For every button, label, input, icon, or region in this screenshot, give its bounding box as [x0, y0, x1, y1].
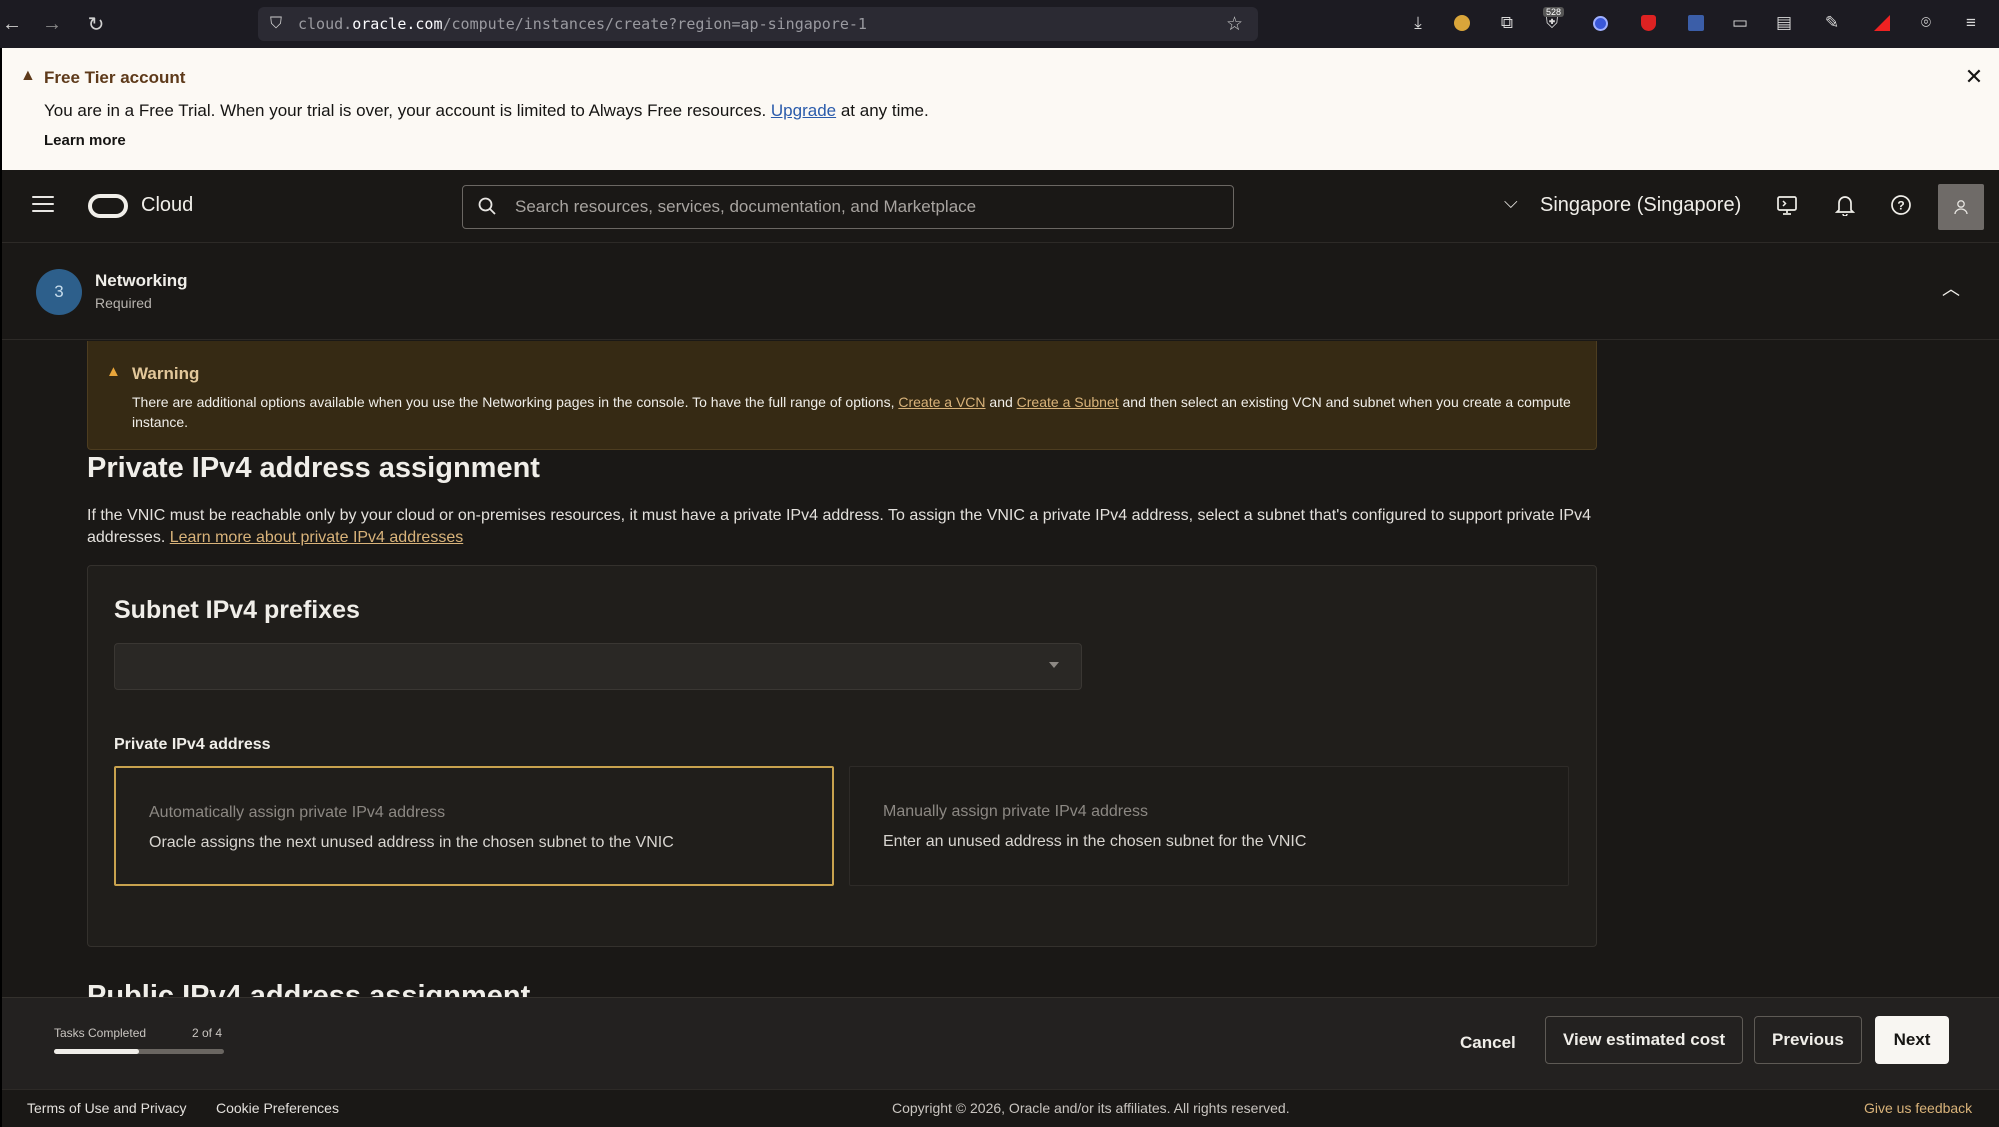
container-icon[interactable]: ▭ — [1729, 12, 1751, 34]
step-number-badge: 3 — [36, 269, 82, 315]
sidebar-icon[interactable]: ▤ — [1773, 12, 1795, 34]
private-ipv4-description: If the VNIC must be reachable only by yo… — [87, 507, 1596, 546]
wizard-action-bar: Tasks Completed 2 of 4 Cancel View estim… — [2, 997, 1999, 1089]
brand-label[interactable]: Cloud — [141, 194, 193, 217]
bell-icon[interactable] — [1832, 192, 1858, 218]
svg-text:?: ? — [1897, 199, 1904, 213]
free-tier-title: Free Tier account — [44, 68, 186, 87]
forward-icon[interactable]: → — [40, 12, 64, 36]
copyright-text: Copyright © 2026, Oracle and/or its affi… — [892, 1100, 1290, 1116]
close-icon[interactable]: ✕ — [1962, 64, 1986, 90]
screenshot-icon[interactable]: ⌾ — [1915, 12, 1937, 34]
private-ipv4-address-label: Private IPv4 address — [114, 736, 271, 753]
section-title: Networking — [95, 271, 188, 290]
back-icon[interactable]: ← — [0, 12, 24, 36]
warning-triangle-icon: ▲ — [106, 363, 121, 380]
downloads-icon[interactable]: ⤓ — [1407, 12, 1429, 34]
cancel-button[interactable]: Cancel — [1444, 1021, 1532, 1065]
tasks-completed-count: 2 of 4 — [192, 1026, 223, 1040]
option-description: Enter an unused address in the chosen su… — [883, 833, 1307, 850]
warning-triangle-icon: ▲ — [20, 67, 36, 84]
address-bar[interactable]: ⛉ cloud.oracle.com/compute/instances/cre… — [258, 7, 1258, 41]
upgrade-link[interactable]: Upgrade — [771, 101, 836, 120]
page-footer: Terms of Use and Privacy Cookie Preferen… — [2, 1089, 1999, 1127]
browser-toolbar: ← → ↻ ⛉ cloud.oracle.com/compute/instanc… — [0, 0, 1999, 48]
cloud-shell-icon[interactable] — [1774, 192, 1800, 218]
manual-assign-option[interactable]: Manually assign private IPv4 address Ent… — [849, 766, 1569, 886]
search-box[interactable] — [462, 185, 1234, 229]
url-text: cloud.oracle.com/compute/instances/creat… — [298, 15, 867, 33]
extension-pen-icon[interactable]: ✎ — [1821, 12, 1843, 34]
section-subtitle: Required — [95, 295, 152, 311]
option-title: Manually assign private IPv4 address — [883, 803, 1149, 820]
oracle-logo[interactable] — [88, 194, 128, 218]
subnet-prefixes-select[interactable] — [114, 643, 1082, 690]
console-header: Cloud ⌵ Singapore (Singapore) ? — [2, 170, 1999, 243]
feedback-link[interactable]: Give us feedback — [1864, 1100, 1972, 1116]
subnet-prefixes-title: Subnet IPv4 prefixes — [114, 596, 360, 624]
free-tier-message: You are in a Free Trial. When your trial… — [44, 101, 929, 120]
extensions-puzzle-icon[interactable]: ⧉ — [1496, 12, 1518, 34]
extension-blue-icon[interactable] — [1589, 12, 1611, 34]
warning-text: There are additional options available w… — [132, 394, 1575, 430]
view-estimated-cost-button[interactable]: View estimated cost — [1545, 1016, 1744, 1064]
chevron-up-icon[interactable]: ︿ — [1942, 275, 1960, 301]
cookie-preferences-link[interactable]: Cookie Preferences — [216, 1100, 339, 1116]
navigation-menu-icon[interactable] — [32, 196, 54, 214]
option-title: Automatically assign private IPv4 addres… — [149, 804, 446, 821]
private-ipv4-title: Private IPv4 address assignment — [87, 452, 540, 484]
terms-link[interactable]: Terms of Use and Privacy — [27, 1100, 187, 1116]
help-icon[interactable]: ? — [1888, 192, 1914, 218]
search-input[interactable] — [515, 194, 1215, 220]
caret-down-icon — [1049, 662, 1059, 668]
free-tier-banner: ▲ Free Tier account You are in a Free Tr… — [2, 48, 1999, 170]
next-button[interactable]: Next — [1875, 1016, 1949, 1064]
user-avatar[interactable] — [1938, 184, 1984, 230]
previous-button[interactable]: Previous — [1754, 1016, 1862, 1064]
main-content: ▲ Warning There are additional options a… — [2, 340, 1999, 997]
extension-badge: 528 — [1543, 7, 1565, 17]
create-vcn-link[interactable]: Create a VCN — [898, 394, 985, 410]
bookmark-star-icon[interactable]: ☆ — [1226, 13, 1243, 36]
option-description: Oracle assigns the next unused address i… — [149, 834, 674, 851]
tasks-progress-fill — [54, 1049, 139, 1054]
site-security-icon[interactable]: ⛉ — [270, 15, 282, 33]
extension-red-flag-icon[interactable] — [1871, 12, 1893, 34]
region-selector[interactable]: Singapore (Singapore) — [1540, 194, 1741, 217]
extension-square-icon[interactable] — [1685, 12, 1707, 34]
learn-more-link[interactable]: Learn more — [44, 132, 126, 149]
chevron-down-icon[interactable]: ⌵ — [1504, 192, 1518, 213]
networking-section-header[interactable]: 3 Networking Required ︿ — [2, 243, 1999, 340]
subnet-ipv4-card: Subnet IPv4 prefixes Private IPv4 addres… — [87, 565, 1597, 947]
menu-icon[interactable]: ≡ — [1960, 12, 1982, 34]
extension-shield-red-icon[interactable] — [1637, 12, 1659, 34]
reload-icon[interactable]: ↻ — [84, 12, 108, 36]
search-icon — [478, 197, 496, 215]
auto-assign-option[interactable]: Automatically assign private IPv4 addres… — [114, 766, 834, 886]
create-subnet-link[interactable]: Create a Subnet — [1017, 394, 1119, 410]
public-ipv4-title: Public IPv4 address assignment — [87, 980, 531, 997]
warning-box: ▲ Warning There are additional options a… — [87, 341, 1597, 450]
tasks-completed-label: Tasks Completed — [54, 1026, 147, 1040]
tasks-progress-bar — [54, 1049, 224, 1054]
warning-title: Warning — [132, 364, 200, 383]
learn-more-private-ipv4-link[interactable]: Learn more about private IPv4 addresses — [170, 529, 464, 546]
extension-orb-icon[interactable] — [1451, 12, 1473, 34]
